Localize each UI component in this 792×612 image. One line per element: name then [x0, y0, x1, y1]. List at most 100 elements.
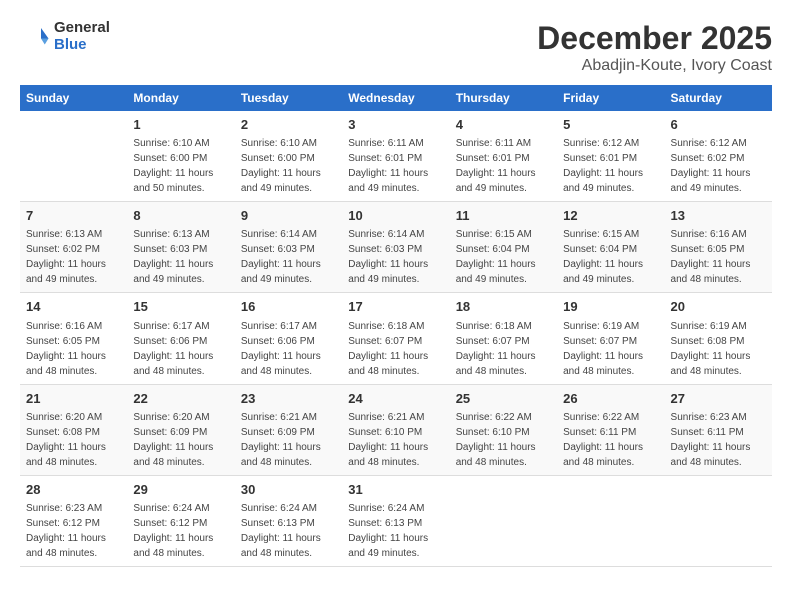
logo: General Blue	[20, 20, 110, 53]
day-number: 6	[671, 116, 766, 134]
calendar-day-cell: 3Sunrise: 6:11 AMSunset: 6:01 PMDaylight…	[342, 111, 449, 202]
day-info: Sunrise: 6:13 AMSunset: 6:03 PMDaylight:…	[133, 227, 228, 287]
day-info: Sunrise: 6:20 AMSunset: 6:09 PMDaylight:…	[133, 410, 228, 470]
calendar-table: SundayMondayTuesdayWednesdayThursdayFrid…	[20, 85, 772, 567]
calendar-day-cell: 31 Sunrise: 6:24 AMSunset: 6:13 PMDayligh…	[342, 475, 449, 566]
day-info: Sunrise: 6:12 AMSunset: 6:01 PMDaylight:…	[563, 136, 658, 196]
calendar-week-row: 7Sunrise: 6:13 AMSunset: 6:02 PMDaylight…	[20, 202, 772, 293]
calendar-day-cell: 5Sunrise: 6:12 AMSunset: 6:01 PMDaylight…	[557, 111, 664, 202]
day-of-week-header: Thursday	[450, 85, 557, 111]
day-of-week-header: Wednesday	[342, 85, 449, 111]
day-info: Sunrise: 6:14 AMSunset: 6:03 PMDaylight:…	[348, 227, 443, 287]
day-number: 27	[671, 390, 766, 408]
calendar-day-cell	[450, 475, 557, 566]
day-info: Sunrise: 6:21 AMSunset: 6:10 PMDaylight:…	[348, 410, 443, 470]
calendar-day-cell: 24 Sunrise: 6:21 AMSunset: 6:10 PMDayligh…	[342, 384, 449, 475]
calendar-week-row: 1 Sunrise: 6:10 AMSunset: 6:00 PMDaylight…	[20, 111, 772, 202]
day-info: Sunrise: 6:12 AMSunset: 6:02 PMDaylight:…	[671, 136, 766, 196]
calendar-day-cell: 30 Sunrise: 6:24 AMSunset: 6:13 PMDayligh…	[235, 475, 342, 566]
day-info: Sunrise: 6:10 AMSunset: 6:00 PMDaylight:…	[133, 136, 228, 196]
calendar-day-cell: 25Sunrise: 6:22 AMSunset: 6:10 PMDayligh…	[450, 384, 557, 475]
day-info: Sunrise: 6:19 AMSunset: 6:08 PMDaylight:…	[671, 319, 766, 379]
day-number: 10	[348, 207, 443, 225]
day-info: Sunrise: 6:21 AMSunset: 6:09 PMDaylight:…	[241, 410, 336, 470]
day-of-week-header: Tuesday	[235, 85, 342, 111]
calendar-day-cell: 21 Sunrise: 6:20 AMSunset: 6:08 PMDayligh…	[20, 384, 127, 475]
calendar-day-cell: 20Sunrise: 6:19 AMSunset: 6:08 PMDayligh…	[665, 293, 772, 384]
calendar-day-cell: 15 Sunrise: 6:17 AMSunset: 6:06 PMDayligh…	[127, 293, 234, 384]
day-info: Sunrise: 6:19 AMSunset: 6:07 PMDaylight:…	[563, 319, 658, 379]
day-number: 22	[133, 390, 228, 408]
day-number: 17	[348, 298, 443, 316]
calendar-day-cell: 10 Sunrise: 6:14 AMSunset: 6:03 PMDayligh…	[342, 202, 449, 293]
day-info: Sunrise: 6:14 AMSunset: 6:03 PMDaylight:…	[241, 227, 336, 287]
calendar-day-cell	[557, 475, 664, 566]
day-number: 29	[133, 481, 228, 499]
day-number: 9	[241, 207, 336, 225]
logo-text: General Blue	[54, 20, 110, 53]
calendar-day-cell: 11 Sunrise: 6:15 AMSunset: 6:04 PMDayligh…	[450, 202, 557, 293]
day-of-week-header: Friday	[557, 85, 664, 111]
calendar-day-cell: 13 Sunrise: 6:16 AMSunset: 6:05 PMDayligh…	[665, 202, 772, 293]
calendar-day-cell: 23Sunrise: 6:21 AMSunset: 6:09 PMDayligh…	[235, 384, 342, 475]
days-header-row: SundayMondayTuesdayWednesdayThursdayFrid…	[20, 85, 772, 111]
day-number: 28	[26, 481, 121, 499]
day-number: 26	[563, 390, 658, 408]
day-number: 21	[26, 390, 121, 408]
calendar-week-row: 14Sunrise: 6:16 AMSunset: 6:05 PMDayligh…	[20, 293, 772, 384]
day-info: Sunrise: 6:11 AMSunset: 6:01 PMDaylight:…	[456, 136, 551, 196]
day-info: Sunrise: 6:15 AMSunset: 6:04 PMDaylight:…	[563, 227, 658, 287]
calendar-day-cell: 1 Sunrise: 6:10 AMSunset: 6:00 PMDaylight…	[127, 111, 234, 202]
calendar-day-cell: 19Sunrise: 6:19 AMSunset: 6:07 PMDayligh…	[557, 293, 664, 384]
day-info: Sunrise: 6:18 AMSunset: 6:07 PMDaylight:…	[348, 319, 443, 379]
day-info: Sunrise: 6:16 AMSunset: 6:05 PMDaylight:…	[671, 227, 766, 287]
calendar-subtitle: Abadjin-Koute, Ivory Coast	[537, 57, 772, 75]
calendar-day-cell	[665, 475, 772, 566]
day-number: 18	[456, 298, 551, 316]
calendar-day-cell: 22 Sunrise: 6:20 AMSunset: 6:09 PMDayligh…	[127, 384, 234, 475]
day-number: 14	[26, 298, 121, 316]
calendar-day-cell: 8 Sunrise: 6:13 AMSunset: 6:03 PMDaylight…	[127, 202, 234, 293]
logo-general: General	[54, 20, 110, 37]
day-info: Sunrise: 6:23 AMSunset: 6:12 PMDaylight:…	[26, 501, 121, 561]
calendar-day-cell	[20, 111, 127, 202]
day-number: 15	[133, 298, 228, 316]
calendar-day-cell: 29 Sunrise: 6:24 AMSunset: 6:12 PMDayligh…	[127, 475, 234, 566]
logo-icon	[20, 22, 50, 52]
day-number: 7	[26, 207, 121, 225]
page-header: General Blue December 2025 Abadjin-Koute…	[20, 20, 772, 75]
calendar-day-cell: 4Sunrise: 6:11 AMSunset: 6:01 PMDaylight…	[450, 111, 557, 202]
day-info: Sunrise: 6:24 AMSunset: 6:13 PMDaylight:…	[348, 501, 443, 561]
day-info: Sunrise: 6:18 AMSunset: 6:07 PMDaylight:…	[456, 319, 551, 379]
day-of-week-header: Monday	[127, 85, 234, 111]
day-number: 12	[563, 207, 658, 225]
calendar-day-cell: 12 Sunrise: 6:15 AMSunset: 6:04 PMDayligh…	[557, 202, 664, 293]
title-section: December 2025 Abadjin-Koute, Ivory Coast	[537, 20, 772, 75]
calendar-day-cell: 18 Sunrise: 6:18 AMSunset: 6:07 PMDayligh…	[450, 293, 557, 384]
day-of-week-header: Sunday	[20, 85, 127, 111]
day-number: 24	[348, 390, 443, 408]
calendar-week-row: 28 Sunrise: 6:23 AMSunset: 6:12 PMDayligh…	[20, 475, 772, 566]
day-info: Sunrise: 6:10 AMSunset: 6:00 PMDaylight:…	[241, 136, 336, 196]
day-number: 13	[671, 207, 766, 225]
calendar-week-row: 21 Sunrise: 6:20 AMSunset: 6:08 PMDayligh…	[20, 384, 772, 475]
day-number: 8	[133, 207, 228, 225]
day-info: Sunrise: 6:20 AMSunset: 6:08 PMDaylight:…	[26, 410, 121, 470]
day-number: 31	[348, 481, 443, 499]
calendar-day-cell: 26Sunrise: 6:22 AMSunset: 6:11 PMDayligh…	[557, 384, 664, 475]
calendar-day-cell: 17 Sunrise: 6:18 AMSunset: 6:07 PMDayligh…	[342, 293, 449, 384]
day-info: Sunrise: 6:11 AMSunset: 6:01 PMDaylight:…	[348, 136, 443, 196]
day-number: 1	[133, 116, 228, 134]
day-info: Sunrise: 6:24 AMSunset: 6:13 PMDaylight:…	[241, 501, 336, 561]
day-number: 30	[241, 481, 336, 499]
day-number: 25	[456, 390, 551, 408]
day-of-week-header: Saturday	[665, 85, 772, 111]
day-info: Sunrise: 6:17 AMSunset: 6:06 PMDaylight:…	[133, 319, 228, 379]
day-number: 16	[241, 298, 336, 316]
day-info: Sunrise: 6:15 AMSunset: 6:04 PMDaylight:…	[456, 227, 551, 287]
calendar-day-cell: 2Sunrise: 6:10 AMSunset: 6:00 PMDaylight…	[235, 111, 342, 202]
day-info: Sunrise: 6:24 AMSunset: 6:12 PMDaylight:…	[133, 501, 228, 561]
day-number: 11	[456, 207, 551, 225]
calendar-day-cell: 27Sunrise: 6:23 AMSunset: 6:11 PMDayligh…	[665, 384, 772, 475]
calendar-day-cell: 14Sunrise: 6:16 AMSunset: 6:05 PMDayligh…	[20, 293, 127, 384]
